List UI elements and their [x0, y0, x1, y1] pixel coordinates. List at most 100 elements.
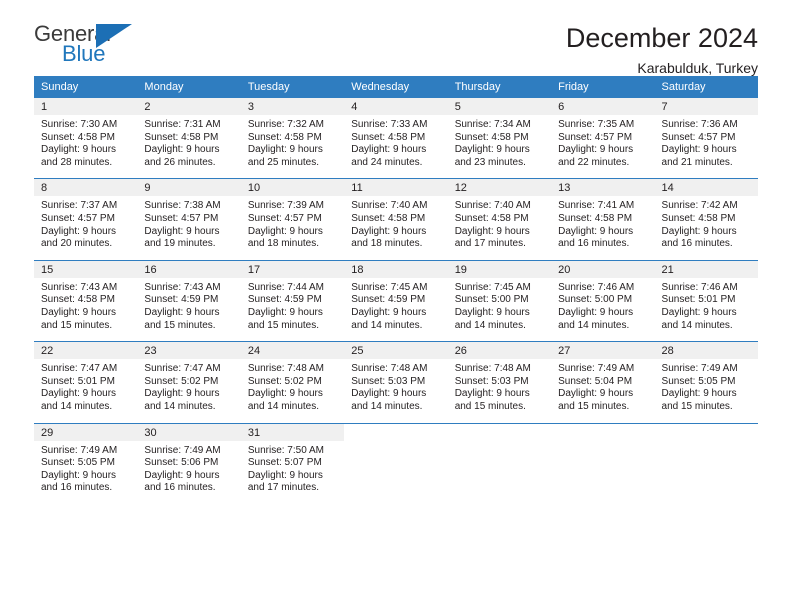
calendar-day-cell[interactable]: 12 Sunrise: 7:40 AM Sunset: 4:58 PM Dayligh…	[447, 178, 552, 261]
daylight-duration-line1: Daylight: 9 hours	[41, 144, 117, 156]
sunrise-time: Sunrise: 7:50 AM	[247, 444, 324, 456]
day-number: 18	[344, 260, 448, 278]
calendar-day-cell[interactable]: 22 Sunrise: 7:47 AM Sunset: 5:01 PM Dayligh…	[34, 341, 138, 423]
general-blue-logo[interactable]: General Blue	[34, 22, 146, 70]
calendar-week-row: 29 Sunrise: 7:49 AM Sunset: 5:05 PM Dayligh…	[34, 422, 758, 504]
calendar-day-cell[interactable]: 21 Sunrise: 7:46 AM Sunset: 5:01 PM Dayligh…	[654, 259, 758, 342]
weekday-header-thursday: Thursday	[447, 76, 552, 98]
sunrise-time: Sunrise: 7:48 AM	[351, 363, 428, 375]
calendar-day-cell[interactable]: 4 Sunrise: 7:33 AM Sunset: 4:58 PM Daylight…	[344, 98, 448, 179]
calendar-day-cell[interactable]: 29 Sunrise: 7:49 AM Sunset: 5:05 PM Dayligh…	[34, 422, 138, 504]
sunrise-time: Sunrise: 7:40 AM	[351, 200, 428, 212]
calendar-day-cell[interactable]: 31 Sunrise: 7:50 AM Sunset: 5:07 PM Dayligh…	[240, 422, 345, 504]
sunrise-time: Sunrise: 7:45 AM	[454, 281, 531, 293]
sunrise-time: Sunrise: 7:40 AM	[454, 200, 531, 212]
sunset-time: Sunset: 4:59 PM	[247, 294, 322, 306]
sunrise-time: Sunrise: 7:30 AM	[41, 119, 118, 130]
daylight-duration-line1: Daylight: 9 hours	[661, 225, 737, 237]
day-details: Sunrise: 7:47 AM Sunset: 5:01 PM Daylight:…	[34, 359, 137, 422]
day-number: 6	[551, 98, 655, 115]
sunset-time: Sunset: 5:05 PM	[661, 375, 736, 387]
sunset-time: Sunset: 4:58 PM	[661, 212, 736, 224]
sunset-time: Sunset: 4:57 PM	[558, 131, 633, 143]
day-details: Sunrise: 7:34 AM Sunset: 4:58 PM Daylight:…	[448, 115, 551, 178]
calendar-day-cell[interactable]: 7 Sunrise: 7:36 AM Sunset: 4:57 PM Daylight…	[654, 98, 758, 179]
calendar-day-cell[interactable]: 15 Sunrise: 7:43 AM Sunset: 4:58 PM Dayligh…	[34, 259, 138, 342]
daylight-duration-line1: Daylight: 9 hours	[41, 306, 117, 318]
calendar-day-cell[interactable]: 30 Sunrise: 7:49 AM Sunset: 5:06 PM Dayligh…	[137, 422, 241, 504]
day-number: 13	[551, 179, 655, 197]
day-number: 1	[34, 98, 138, 115]
daylight-duration-line1: Daylight: 9 hours	[454, 225, 530, 237]
day-number: 17	[240, 260, 345, 278]
calendar-day-cell[interactable]: 2 Sunrise: 7:31 AM Sunset: 4:58 PM Daylight…	[137, 98, 241, 179]
day-number: 9	[137, 179, 241, 197]
day-details: Sunrise: 7:41 AM Sunset: 4:58 PM Daylight:…	[551, 196, 654, 259]
calendar-day-cell[interactable]: 19 Sunrise: 7:45 AM Sunset: 5:00 PM Dayligh…	[447, 259, 552, 342]
calendar-day-cell[interactable]: 5 Sunrise: 7:34 AM Sunset: 4:58 PM Daylight…	[447, 98, 552, 179]
sunset-time: Sunset: 5:00 PM	[558, 294, 633, 306]
daylight-duration-line2: and 16 minutes.	[144, 482, 216, 494]
calendar-day-cell[interactable]: 20 Sunrise: 7:46 AM Sunset: 5:00 PM Dayligh…	[551, 259, 655, 342]
calendar-day-cell[interactable]: 9 Sunrise: 7:38 AM Sunset: 4:57 PM Daylight…	[137, 178, 241, 261]
daylight-duration-line1: Daylight: 9 hours	[454, 306, 530, 318]
daylight-duration-line2: and 24 minutes.	[351, 156, 423, 168]
sunset-time: Sunset: 4:58 PM	[351, 131, 426, 143]
sunset-time: Sunset: 4:58 PM	[41, 131, 115, 143]
calendar-day-cell[interactable]: 13 Sunrise: 7:41 AM Sunset: 4:58 PM Dayligh…	[551, 178, 655, 261]
calendar-day-cell[interactable]: 6 Sunrise: 7:35 AM Sunset: 4:57 PM Daylight…	[551, 98, 655, 179]
day-number: 27	[551, 342, 655, 360]
calendar-day-cell[interactable]: 10 Sunrise: 7:39 AM Sunset: 4:57 PM Dayligh…	[240, 178, 345, 261]
day-details: Sunrise: 7:33 AM Sunset: 4:58 PM Daylight:…	[344, 115, 447, 178]
day-number: 2	[137, 98, 241, 115]
day-details: Sunrise: 7:48 AM Sunset: 5:02 PM Daylight:…	[241, 359, 344, 422]
day-details: Sunrise: 7:45 AM Sunset: 4:59 PM Daylight:…	[344, 278, 447, 341]
sunset-time: Sunset: 4:58 PM	[454, 212, 529, 224]
calendar-day-cell[interactable]: 24 Sunrise: 7:48 AM Sunset: 5:02 PM Dayligh…	[240, 341, 345, 423]
day-details: Sunrise: 7:39 AM Sunset: 4:57 PM Daylight:…	[241, 196, 344, 259]
day-number	[551, 423, 655, 441]
page-title: December 2024	[565, 23, 758, 53]
calendar-day-cell[interactable]: 3 Sunrise: 7:32 AM Sunset: 4:58 PM Daylight…	[240, 98, 345, 179]
day-number: 30	[137, 423, 241, 441]
sunset-time: Sunset: 4:58 PM	[247, 131, 322, 143]
day-number: 12	[447, 179, 552, 197]
day-details: Sunrise: 7:50 AM Sunset: 5:07 PM Daylight:…	[241, 441, 344, 504]
calendar-cell-empty	[447, 422, 552, 504]
day-number: 7	[654, 98, 758, 115]
sunrise-time: Sunrise: 7:48 AM	[247, 363, 324, 375]
daylight-duration-line1: Daylight: 9 hours	[351, 388, 427, 400]
day-details: Sunrise: 7:48 AM Sunset: 5:03 PM Daylight:…	[344, 359, 447, 422]
calendar-day-cell[interactable]: 8 Sunrise: 7:37 AM Sunset: 4:57 PM Daylight…	[34, 178, 138, 261]
calendar-day-cell[interactable]: 16 Sunrise: 7:43 AM Sunset: 4:59 PM Dayligh…	[137, 259, 241, 342]
day-number: 15	[34, 260, 138, 278]
sunrise-time: Sunrise: 7:43 AM	[41, 281, 118, 293]
calendar-day-cell[interactable]: 25 Sunrise: 7:48 AM Sunset: 5:03 PM Dayligh…	[344, 341, 448, 423]
day-number: 22	[34, 342, 138, 360]
calendar-day-cell[interactable]: 18 Sunrise: 7:45 AM Sunset: 4:59 PM Dayligh…	[344, 259, 448, 342]
daylight-duration-line1: Daylight: 9 hours	[247, 388, 323, 400]
calendar-week-row: 22 Sunrise: 7:47 AM Sunset: 5:01 PM Dayligh…	[34, 341, 758, 423]
calendar-day-cell[interactable]: 28 Sunrise: 7:49 AM Sunset: 5:05 PM Dayligh…	[654, 341, 758, 423]
calendar-day-cell[interactable]: 14 Sunrise: 7:42 AM Sunset: 4:58 PM Dayligh…	[654, 178, 758, 261]
calendar-body: 1 Sunrise: 7:30 AM Sunset: 4:58 PM Daylight…	[34, 98, 758, 504]
calendar-day-cell[interactable]: 23 Sunrise: 7:47 AM Sunset: 5:02 PM Dayligh…	[137, 341, 241, 423]
daylight-duration-line2: and 26 minutes.	[144, 156, 216, 168]
sunset-time: Sunset: 5:04 PM	[558, 375, 633, 387]
calendar-day-cell[interactable]: 27 Sunrise: 7:49 AM Sunset: 5:04 PM Dayligh…	[551, 341, 655, 423]
sunrise-time: Sunrise: 7:47 AM	[144, 363, 221, 375]
daylight-duration-line1: Daylight: 9 hours	[351, 306, 427, 318]
sunrise-time: Sunrise: 7:47 AM	[41, 363, 118, 375]
calendar-day-cell[interactable]: 1 Sunrise: 7:30 AM Sunset: 4:58 PM Daylight…	[34, 98, 138, 179]
sunrise-time: Sunrise: 7:49 AM	[144, 444, 221, 456]
daylight-duration-line1: Daylight: 9 hours	[351, 144, 427, 156]
calendar-day-cell[interactable]: 26 Sunrise: 7:48 AM Sunset: 5:03 PM Dayligh…	[447, 341, 552, 423]
calendar-week-row: 15 Sunrise: 7:43 AM Sunset: 4:58 PM Dayligh…	[34, 259, 758, 342]
sunset-time: Sunset: 5:05 PM	[41, 457, 115, 469]
daylight-duration-line1: Daylight: 9 hours	[454, 388, 530, 400]
calendar-day-cell[interactable]: 17 Sunrise: 7:44 AM Sunset: 4:59 PM Dayligh…	[240, 259, 345, 342]
day-details: Sunrise: 7:36 AM Sunset: 4:57 PM Daylight:…	[655, 115, 758, 178]
weekday-header-monday: Monday	[137, 76, 241, 98]
day-details: Sunrise: 7:44 AM Sunset: 4:59 PM Daylight:…	[241, 278, 344, 341]
calendar-day-cell[interactable]: 11 Sunrise: 7:40 AM Sunset: 4:58 PM Dayligh…	[344, 178, 448, 261]
